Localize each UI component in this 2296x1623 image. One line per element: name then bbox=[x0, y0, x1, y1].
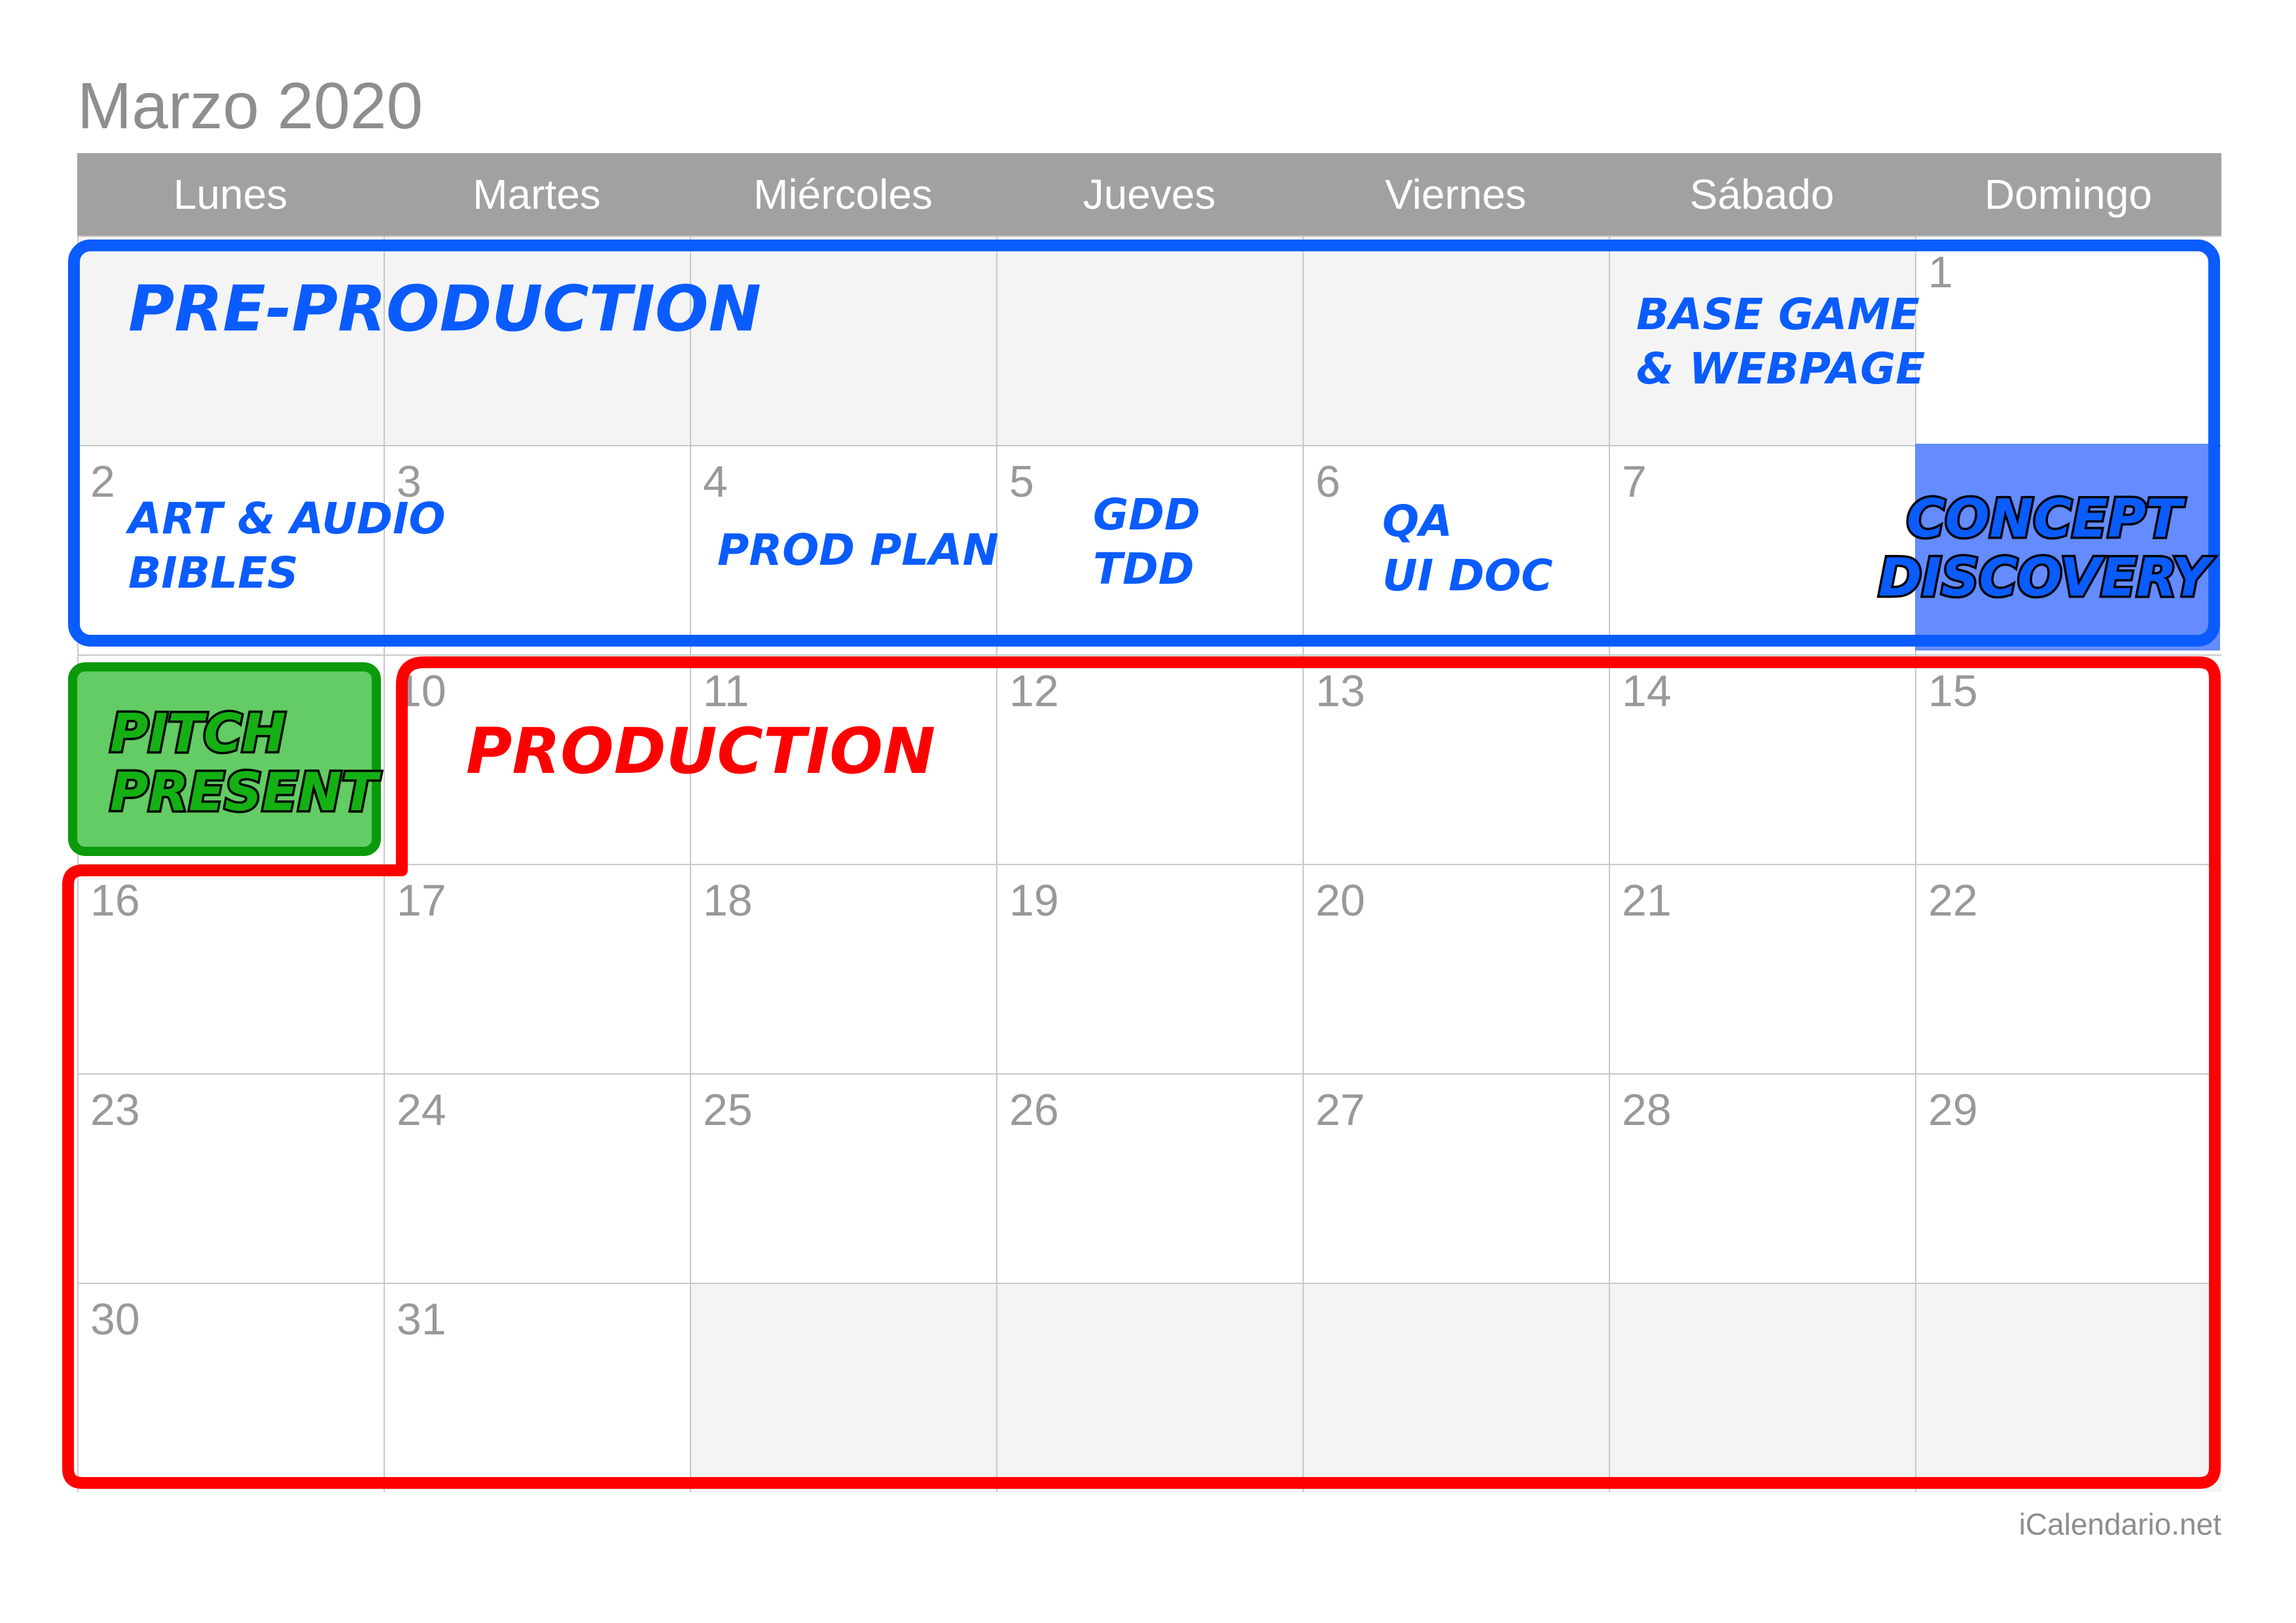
pitch-present-label: PITCH PRESENT bbox=[108, 702, 380, 823]
art-audio-label: ART & AUDIO BIBLES bbox=[128, 493, 446, 598]
prod-plan-label: PROD PLAN bbox=[717, 525, 999, 575]
gdd-tdd-label: GDD TDD bbox=[1093, 490, 1200, 594]
qa-ui-doc-label: QA UI DOC bbox=[1382, 496, 1553, 601]
watermark: iCalendario.net bbox=[2018, 1507, 2221, 1541]
production-label: PRODUCTION bbox=[466, 715, 936, 788]
base-game-label: BASE GAME & WEBPAGE bbox=[1636, 289, 1926, 394]
pre-production-label: PRE-PRODUCTION bbox=[128, 272, 761, 346]
production-outline bbox=[62, 656, 2221, 1489]
concept-discovery-label: CONCEPT DISCOVERY bbox=[1876, 487, 2212, 609]
